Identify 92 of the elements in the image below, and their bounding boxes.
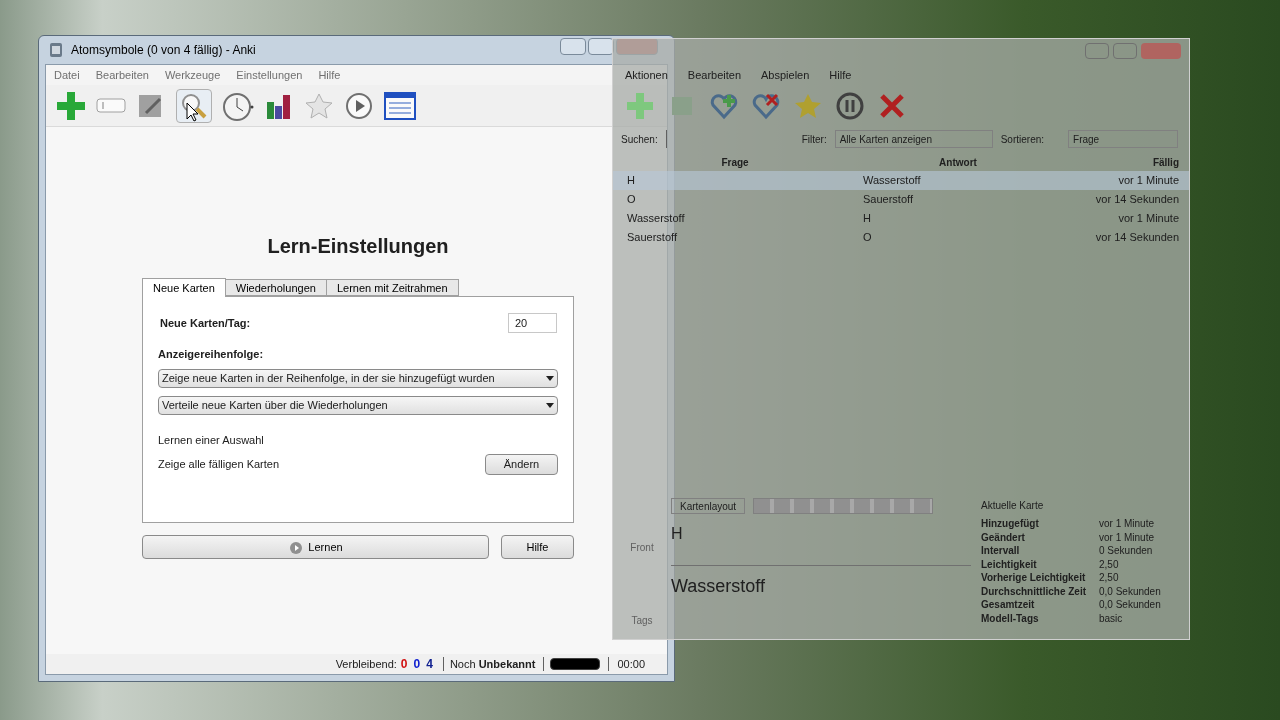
field-label: Anzeigereihenfolge: [158, 347, 265, 362]
info-label: Geändert [981, 530, 1026, 545]
table-cell-text: Sauerstoff [626, 230, 678, 246]
maximize-button[interactable] [1113, 43, 1137, 59]
help-button[interactable]: Hilfe [501, 535, 574, 559]
info-value: 0,0 Sekunden [1099, 598, 1161, 613]
menu-item[interactable]: Aktionen [625, 66, 668, 84]
filter-label: Filter: [801, 132, 827, 147]
menu-item[interactable]: Bearbeiten [687, 66, 742, 84]
table-cell-text: H [626, 173, 636, 189]
table-cell-text: vor 1 Minute [1117, 173, 1180, 189]
info-value: basic [1099, 611, 1123, 626]
table-cell-text: Wasserstoff [626, 211, 686, 227]
back-field[interactable]: Wasserstoff [671, 566, 971, 606]
search-label: Suchen: [621, 132, 658, 147]
info-value: 0,0 Sekunden [1099, 584, 1161, 599]
table-cell-text: Sauerstoff [862, 192, 914, 208]
menu-item[interactable]: Abspielen [761, 66, 810, 84]
minimize-button[interactable] [560, 38, 586, 55]
info-label: Durchschnittliche Zeit [981, 584, 1087, 599]
count: 0 [400, 656, 408, 673]
info-value: 0 Sekunden [1099, 544, 1153, 559]
card-layout-button[interactable]: Kartenlayout [671, 498, 746, 514]
learn-button[interactable]: Lernen [142, 535, 489, 559]
mouse-pointer-icon [186, 102, 198, 122]
selection-value: Zeige alle fälligen Karten [158, 457, 280, 473]
tab[interactable]: Wiederholungen [224, 279, 327, 296]
info-value: vor 1 Minute [1099, 530, 1155, 545]
field-label: Front [630, 541, 654, 555]
pause-icon[interactable] [835, 91, 865, 121]
dropdown-arrow-icon [546, 402, 554, 408]
dropdown[interactable]: Zeige neue Karten in der Reihenfolge, in der sie hinzugefügt wurden [158, 368, 558, 388]
field-label: Neue Karten/Tag: [160, 315, 251, 331]
info-label: Leichtigkeit [981, 557, 1038, 572]
column-header[interactable]: Fällig [1053, 154, 1189, 170]
column-header[interactable]: Frage [613, 154, 843, 170]
field-label: Tags [631, 614, 653, 628]
info-label: Vorherige Leichtigkeit [981, 571, 1087, 586]
play-icon [288, 539, 305, 555]
window-title: Atomsymbole (0 von 4 fällig) - Anki [71, 42, 256, 59]
progress-bar-drawing [550, 658, 601, 670]
number-field[interactable]: 20 [508, 313, 557, 333]
info-title: Aktuelle Karte [981, 499, 1045, 513]
selection-label: Lernen einer Auswahl [158, 432, 265, 448]
tab[interactable]: Neue Karten [142, 278, 226, 297]
time-estimate: Noch Unbekannt [449, 656, 536, 672]
info-label: Gesamtzeit [981, 598, 1036, 613]
tab[interactable]: Lernen mit Zeitrahmen [325, 279, 459, 296]
dropdown[interactable]: Verteile neue Karten über die Wiederholungen [158, 395, 558, 415]
maximize-button[interactable] [588, 38, 614, 55]
count: 4 [426, 656, 433, 673]
dropdown-arrow-icon [546, 375, 554, 381]
sort-label: Sortieren: [1000, 132, 1045, 147]
filter-dropdown[interactable]: Alle Karten anzeigen [834, 130, 993, 148]
count: 0 [413, 656, 421, 673]
info-value: 2,50 [1099, 557, 1119, 572]
table-cell-text: vor 14 Sekunden [1094, 192, 1180, 208]
list-window-icon[interactable] [384, 90, 416, 121]
front-field[interactable]: H [671, 518, 971, 566]
menu-item[interactable]: Hilfe [829, 66, 852, 84]
table-row[interactable]: Sauerstoff O vor 14 Sekunden [613, 228, 1189, 247]
table-cell-text: Wasserstoff [862, 173, 922, 189]
column-header[interactable]: Antwort [843, 154, 1053, 170]
table-cell-text: H [862, 211, 872, 227]
table-cell-text: O [862, 230, 873, 246]
page-heading: Lern-Einstellungen [266, 234, 450, 259]
sort-dropdown[interactable]: Frage [1068, 130, 1179, 148]
change-button[interactable]: Ändern [485, 454, 558, 475]
info-value: vor 1 Minute [1099, 517, 1155, 532]
menu-item[interactable]: Datei [54, 66, 80, 84]
menu-item[interactable]: Werkzeuge [164, 66, 221, 84]
menu-item[interactable]: Einstellungen [236, 66, 303, 84]
table-row[interactable]: O Sauerstoff vor 14 Sekunden [613, 190, 1189, 209]
info-label: Intervall [981, 544, 1021, 559]
app-icon [49, 42, 63, 58]
info-label: Modell-Tags [981, 611, 1040, 626]
minimize-button[interactable] [1085, 43, 1109, 59]
table-row[interactable]: Wasserstoff H vor 1 Minute [613, 209, 1189, 228]
table-row[interactable]: H Wasserstoff vor 1 Minute [613, 171, 1189, 190]
info-value: 2,50 [1099, 571, 1119, 586]
table-cell-text: vor 14 Sekunden [1094, 230, 1180, 246]
play-icon[interactable] [344, 90, 374, 121]
info-label: Hinzugefügt [981, 517, 1040, 532]
timer: 00:00 [617, 656, 645, 672]
menu-item[interactable]: Hilfe [318, 66, 341, 84]
table-cell-text: vor 1 Minute [1117, 211, 1180, 227]
menu-item[interactable]: Bearbeiten [95, 66, 149, 84]
heart-plus-icon[interactable] [709, 91, 739, 121]
add-icon[interactable] [56, 90, 86, 121]
remaining-label: Verbleibend: [335, 656, 397, 672]
heart-cross-icon[interactable] [751, 91, 781, 121]
table-cell-text: O [626, 192, 637, 208]
